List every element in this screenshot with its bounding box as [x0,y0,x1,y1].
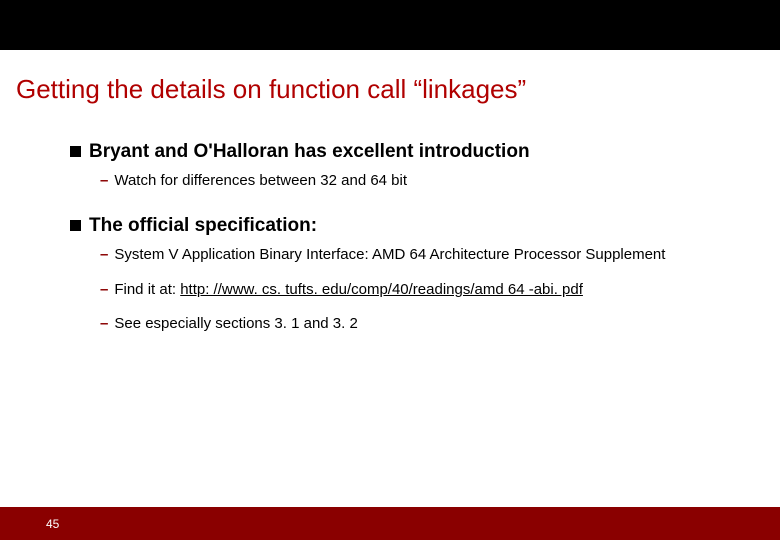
reference-link[interactable]: http: //www. cs. tufts. edu/comp/40/read… [180,281,583,298]
sub-bullet-text: System V Application Binary Interface: A… [114,245,665,265]
content-area: Bryant and O'Halloran has excellent intr… [70,141,780,334]
slide-title: Getting the details on function call “li… [16,74,780,105]
bullet-level2: – Watch for differences between 32 and 6… [100,171,700,191]
bullet-level2: – Find it at: http: //www. cs. tufts. ed… [100,280,700,300]
sub-bullet-text: Find it at: http: //www. cs. tufts. edu/… [114,280,583,300]
sub-bullet-prefix: Find it at: [114,281,180,298]
bullet-level1: Bryant and O'Halloran has excellent intr… [70,141,780,163]
square-bullet-icon [70,146,81,157]
slide: Getting the details on function call “li… [0,0,780,540]
bullet-text: The official specification: [89,215,317,237]
bullet-level2: – System V Application Binary Interface:… [100,245,700,265]
bottom-bar [0,507,780,540]
dash-bullet-icon: – [100,280,108,300]
bullet-text: Bryant and O'Halloran has excellent intr… [89,141,530,163]
sub-bullet-text: Watch for differences between 32 and 64 … [114,171,407,191]
bullet-level1: The official specification: [70,215,780,237]
bullet-level2: – See especially sections 3. 1 and 3. 2 [100,314,700,334]
sub-bullet-group: – System V Application Binary Interface:… [100,245,780,334]
sub-bullet-text: See especially sections 3. 1 and 3. 2 [114,314,358,334]
dash-bullet-icon: – [100,314,108,334]
top-bar [0,0,780,50]
dash-bullet-icon: – [100,171,108,191]
page-number: 45 [46,517,59,531]
sub-bullet-group: – Watch for differences between 32 and 6… [100,171,780,191]
square-bullet-icon [70,220,81,231]
dash-bullet-icon: – [100,245,108,265]
